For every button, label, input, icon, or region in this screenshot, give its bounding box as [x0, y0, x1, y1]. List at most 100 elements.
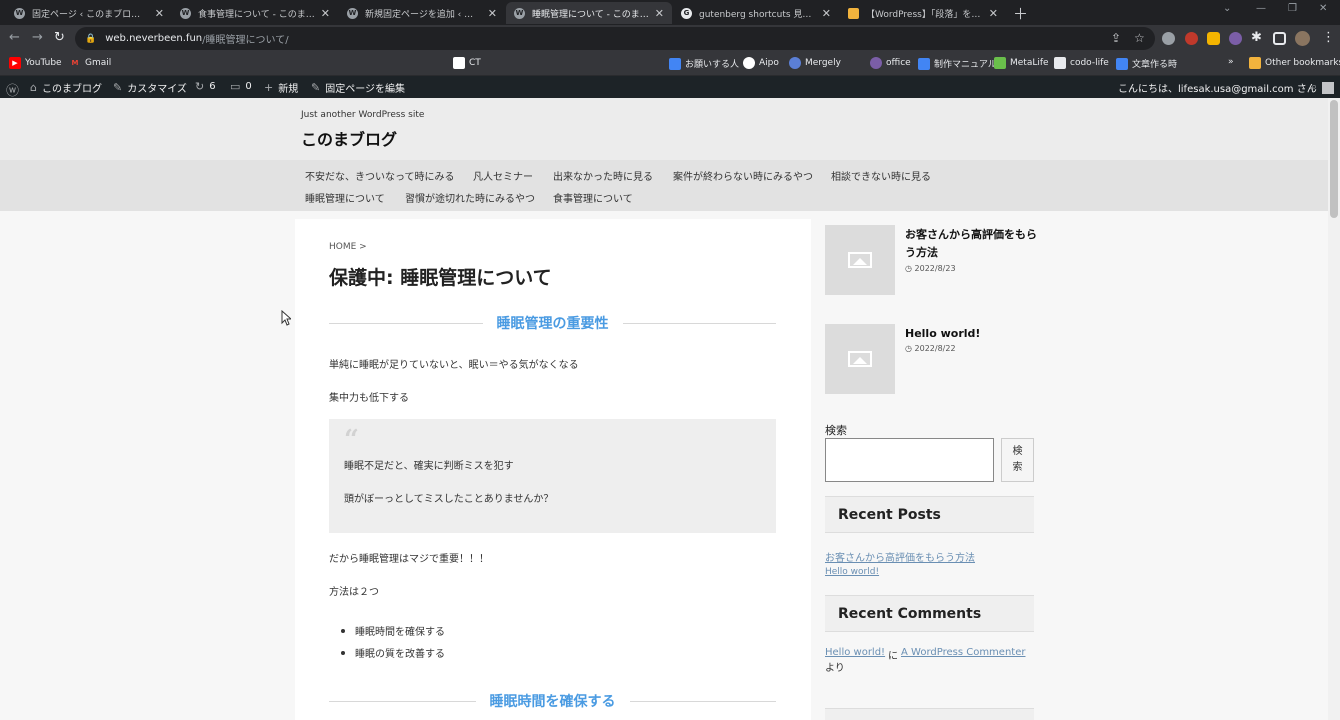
search-label: 検索: [825, 424, 847, 437]
main-navigation: 不安だな、きついなって時にみる 凡人セミナー 出来なかった時に見る 案件が終わら…: [0, 160, 1328, 211]
tab-fixed-pages[interactable]: W 固定ページ ‹ このまブログ — WordPr ✕: [6, 2, 172, 24]
post-title[interactable]: お客さんから高評価をもらう方法: [905, 226, 1040, 262]
back-icon[interactable]: ←: [9, 30, 20, 45]
tab-sleep-management[interactable]: W 睡眠管理について - このまブログ ✕: [506, 2, 672, 24]
puzzle-icon[interactable]: ✱: [1251, 30, 1262, 45]
tab-wordpress-article[interactable]: 【WordPress】「段落」を「見出し」に ✕: [840, 2, 1006, 24]
chevron-down-icon[interactable]: ⌄: [1223, 3, 1231, 14]
nav-item-consult[interactable]: 相談できない時に見る: [831, 168, 931, 183]
share-icon[interactable]: ⇪: [1111, 31, 1121, 45]
paragraph: だから睡眠管理はマジで重要！！！: [329, 554, 489, 565]
bookmark-writing[interactable]: 文章作る時: [1116, 57, 1177, 70]
home-icon: ⌂: [30, 81, 37, 94]
admin-account-link[interactable]: こんにちは、lifesak.usa@gmail.com さん: [1118, 80, 1334, 95]
monitor-icon: [1054, 57, 1066, 69]
extension-icon[interactable]: [1185, 32, 1198, 45]
nav-item-seminar[interactable]: 凡人セミナー: [473, 168, 533, 183]
close-icon[interactable]: ✕: [822, 7, 831, 20]
brush-icon: ✎: [113, 81, 123, 94]
gmail-icon: M: [71, 59, 79, 67]
admin-customize-link[interactable]: ✎ カスタマイズ: [113, 80, 187, 95]
bookmark-office[interactable]: office: [870, 57, 911, 69]
post-thumbnail[interactable]: [825, 324, 895, 394]
minimize-icon[interactable]: —: [1256, 3, 1266, 14]
admin-site-link[interactable]: ⌂ このまブログ: [30, 80, 102, 95]
post-thumbnail[interactable]: [825, 225, 895, 295]
comment-on-text: に: [888, 651, 898, 662]
refresh-icon: ↻: [195, 80, 205, 93]
new-tab-icon[interactable]: ＋: [1013, 3, 1028, 24]
close-icon[interactable]: ✕: [655, 7, 664, 20]
bookmark-manual[interactable]: 制作マニュアル: [918, 57, 997, 70]
bookmark-mergely[interactable]: Mergely: [789, 57, 841, 69]
bookmark-ct[interactable]: CT: [453, 57, 481, 69]
page-scrollbar[interactable]: [1328, 98, 1340, 720]
nav-item-habits[interactable]: 習慣が途切れた時にみるやつ: [405, 190, 535, 205]
window-close-icon[interactable]: ✕: [1319, 3, 1327, 14]
admin-search-icon[interactable]: ⌕: [1311, 80, 1322, 94]
address-bar[interactable]: 🔒 web.neverbeen.fun/睡眠管理について/ ⇪ ☆: [75, 27, 1155, 50]
folder-icon: [1249, 57, 1261, 69]
more-icon[interactable]: ⋮: [1322, 30, 1335, 45]
scrollbar-thumb[interactable]: [1330, 100, 1338, 218]
nav-item-projects[interactable]: 案件が終わらない時にみるやつ: [673, 168, 813, 183]
nav-item-anxiety[interactable]: 不安だな、きついなって時にみる: [305, 168, 455, 183]
close-icon[interactable]: ✕: [989, 7, 998, 20]
star-icon[interactable]: ☆: [1134, 31, 1145, 45]
nav-item-meal[interactable]: 食事管理について: [553, 190, 633, 205]
comment-post-link[interactable]: Hello world!: [825, 647, 885, 658]
avatar[interactable]: [1295, 31, 1310, 46]
bookmark-person[interactable]: お願いする人: [669, 57, 739, 70]
doc-icon: [1116, 57, 1128, 70]
paragraph: 集中力も低下する: [329, 393, 409, 404]
admin-edit-page-link[interactable]: ✎ 固定ページを編集: [311, 80, 405, 95]
tab-new-page[interactable]: W 新規固定ページを追加 ‹ このまブログ ✕: [339, 2, 505, 24]
nav-item-sleep[interactable]: 睡眠管理について: [305, 190, 385, 205]
bookmark-gmail[interactable]: M Gmail: [69, 57, 112, 69]
search-input[interactable]: [825, 438, 994, 482]
comment-author-link[interactable]: A WordPress Commenter: [901, 647, 1025, 658]
sidepanel-icon[interactable]: [1273, 32, 1286, 45]
ct-icon: [453, 57, 465, 69]
bookmark-other[interactable]: Other bookmarks: [1249, 57, 1340, 69]
wordpress-icon: W: [14, 7, 25, 19]
maximize-icon[interactable]: ❐: [1288, 3, 1297, 14]
close-icon[interactable]: ✕: [155, 7, 164, 20]
bookmarks-bar: ▶ YouTube M Gmail CT お願いする人 Aipo Mergely o…: [0, 52, 1340, 121]
doc-icon: [918, 57, 930, 70]
tab-google-search[interactable]: G gutenberg shortcuts 見出し - Goo ✕: [673, 2, 839, 24]
admin-updates-link[interactable]: ↻ 6: [195, 80, 216, 93]
image-icon: [848, 351, 872, 367]
recent-post-link[interactable]: お客さんから高評価をもらう方法: [825, 549, 975, 564]
wordpress-icon: ⓦ: [6, 84, 20, 99]
admin-new-link[interactable]: + 新規: [264, 80, 298, 95]
list-item: 睡眠時間を確保する: [341, 623, 445, 638]
site-title[interactable]: このまブログ: [301, 126, 397, 150]
recent-post-link[interactable]: Hello world!: [825, 567, 879, 577]
comment-suffix-text: より: [825, 663, 845, 674]
nav-item-failed[interactable]: 出来なかった時に見る: [553, 168, 653, 183]
close-icon[interactable]: ✕: [321, 7, 330, 20]
extension-icon[interactable]: [1229, 32, 1242, 45]
tab-meal-management[interactable]: W 食事管理について - このまブログ ✕: [172, 2, 338, 24]
bookmark-aipo[interactable]: Aipo: [743, 57, 779, 69]
extension-icon[interactable]: [1207, 32, 1220, 45]
divider: [329, 700, 476, 702]
bullet-icon: [341, 651, 345, 655]
url-path: /睡眠管理について/: [202, 35, 289, 46]
reload-icon[interactable]: ↻: [54, 30, 65, 45]
bookmark-codo-life[interactable]: codo-life: [1054, 57, 1109, 69]
close-icon[interactable]: ✕: [488, 7, 497, 20]
wp-logo[interactable]: ⓦ: [6, 80, 24, 99]
image-icon: [848, 252, 872, 268]
bookmark-metalife[interactable]: MetaLife: [994, 57, 1049, 69]
admin-comments-link[interactable]: ▭ 0: [230, 80, 252, 93]
forward-icon[interactable]: →: [32, 30, 43, 45]
post-title[interactable]: Hello world!: [905, 325, 1040, 343]
bookmark-youtube[interactable]: ▶ YouTube: [9, 57, 62, 69]
search-button[interactable]: 検索: [1001, 438, 1034, 482]
chevron-right-icon[interactable]: »: [1228, 57, 1234, 67]
wordpress-icon: W: [514, 7, 525, 19]
breadcrumb[interactable]: HOME >: [329, 242, 367, 252]
camera-extension-icon[interactable]: [1162, 32, 1175, 45]
